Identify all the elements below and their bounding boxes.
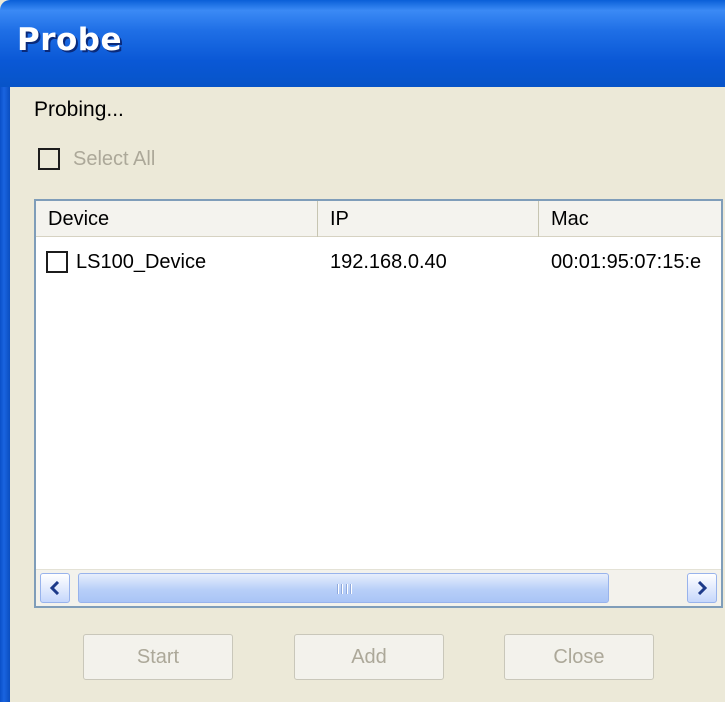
window-frame-left	[0, 87, 10, 702]
table-row[interactable]: LS100_Device 192.168.0.40 00:01:95:07:15…	[36, 245, 721, 279]
device-mac: 00:01:95:07:15:e	[551, 251, 702, 273]
device-list[interactable]: Device IP Mac LS100_Device 192.168.0.40 …	[34, 199, 723, 608]
device-name: LS100_Device	[76, 251, 207, 273]
start-button[interactable]: Start	[83, 634, 233, 680]
grip-icon	[337, 584, 351, 594]
scroll-thumb[interactable]	[78, 573, 609, 603]
close-button[interactable]: Close	[504, 634, 654, 680]
title-bar[interactable]: Probe	[0, 0, 725, 87]
horizontal-scrollbar[interactable]	[36, 569, 721, 606]
scroll-left-button[interactable]	[40, 573, 70, 603]
window-title: Probe	[17, 22, 123, 58]
row-checkbox[interactable]	[46, 251, 68, 273]
probe-dialog: Probe Probing... Select All Device IP Ma…	[0, 0, 725, 702]
column-header-mac[interactable]: Mac	[539, 201, 721, 237]
chevron-right-icon	[697, 581, 708, 595]
device-ip: 192.168.0.40	[330, 251, 447, 273]
list-header: Device IP Mac	[36, 201, 721, 237]
chevron-left-icon	[49, 581, 60, 595]
select-all-checkbox[interactable]: Select All	[38, 146, 155, 172]
column-header-device[interactable]: Device	[36, 201, 318, 237]
add-button[interactable]: Add	[294, 634, 444, 680]
select-all-label: Select All	[73, 147, 156, 170]
checkbox-icon	[38, 148, 60, 170]
scroll-right-button[interactable]	[687, 573, 717, 603]
column-header-ip[interactable]: IP	[318, 201, 539, 237]
status-text: Probing...	[34, 98, 124, 121]
